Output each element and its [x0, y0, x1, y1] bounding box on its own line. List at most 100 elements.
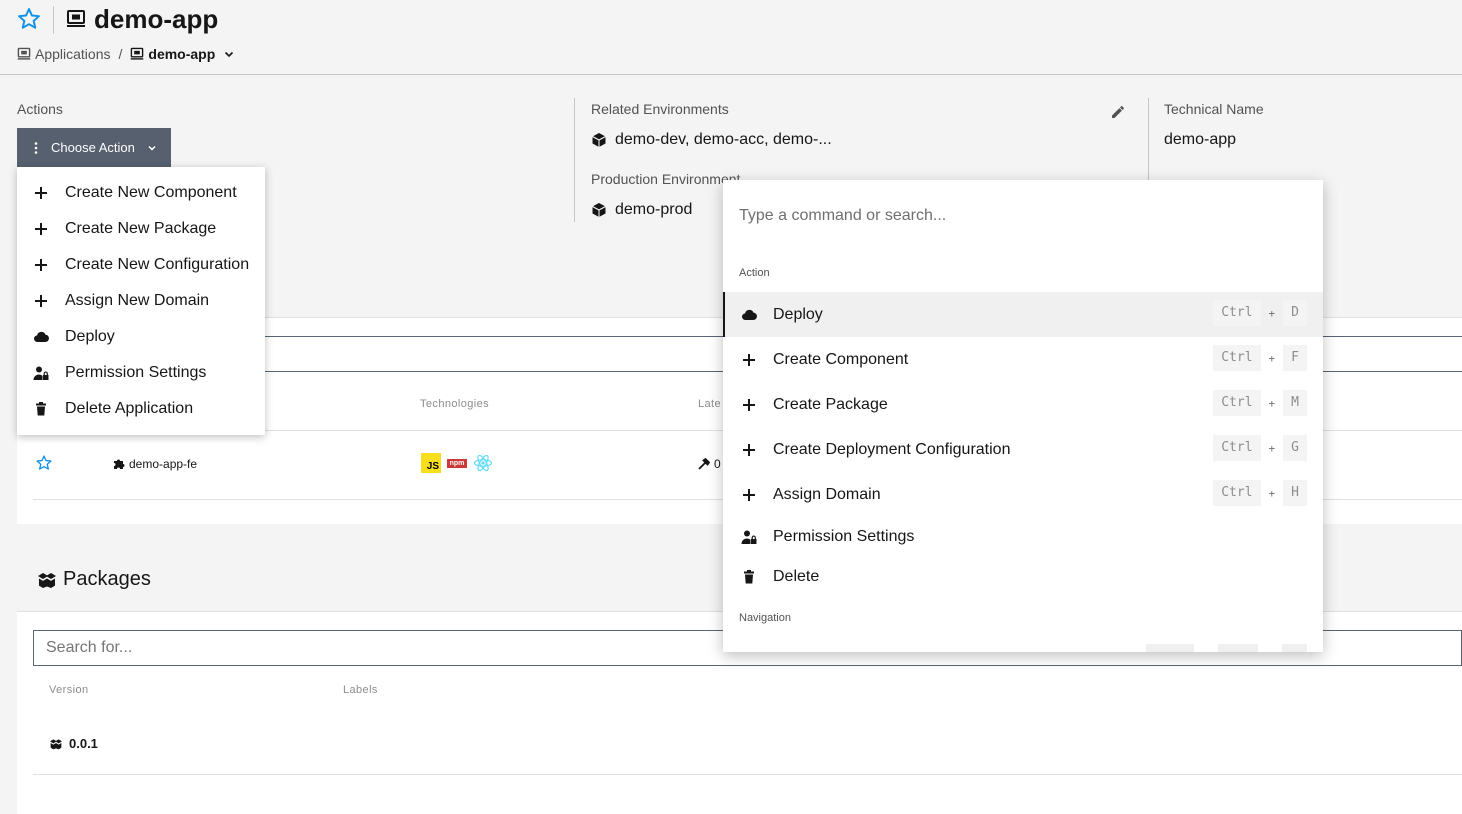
plus-icon: [35, 223, 47, 235]
command-item-create-package[interactable]: Create Package Ctrl + M: [723, 382, 1323, 427]
latest-build-cell: 0: [698, 457, 721, 471]
command-item-assign-domain[interactable]: Assign Domain Ctrl + H: [723, 472, 1323, 517]
choose-action-button[interactable]: Choose Action: [17, 128, 171, 167]
shortcut-key: M: [1283, 390, 1307, 416]
command-item-label: Delete: [773, 568, 820, 585]
shortcut-key: G: [1283, 435, 1307, 461]
page-title: demo-app: [94, 4, 219, 34]
packages-title: Packages: [63, 568, 151, 590]
menu-item-label: Create New Configuration: [65, 256, 250, 273]
column-header-labels[interactable]: Labels: [343, 684, 378, 696]
favorite-star-icon[interactable]: [16, 6, 42, 32]
shortcut-modifier: Ctrl: [1213, 435, 1261, 461]
trash-icon: [36, 402, 46, 416]
menu-item-permission-settings[interactable]: Permission Settings: [17, 355, 265, 391]
pencil-icon[interactable]: [1110, 104, 1126, 120]
cube-icon: [592, 203, 606, 217]
menu-item-label: Assign New Domain: [65, 292, 210, 309]
command-item-label: Deploy: [773, 305, 823, 323]
shortcut-plus: +: [1268, 351, 1276, 365]
keyboard-shortcut: Ctrl + M: [1213, 390, 1307, 416]
shortcut-modifier: Ctrl: [1213, 345, 1261, 371]
command-item-label: Create Component: [773, 350, 909, 368]
menu-item-label: Deploy: [65, 328, 115, 345]
javascript-logo: JS: [421, 453, 441, 473]
command-item-delete[interactable]: Delete: [723, 556, 1323, 598]
shortcut-key: D: [1283, 300, 1307, 326]
plus-icon: [743, 353, 755, 366]
related-environments-text[interactable]: demo-dev, demo-acc, demo-...: [615, 131, 832, 149]
keyboard-shortcut: Ctrl + F: [1213, 345, 1307, 371]
chevron-down-icon: [148, 145, 156, 151]
shortcut-key-partial: [1282, 644, 1307, 652]
npm-logo: npm: [447, 458, 467, 468]
breadcrumb: Applications / demo-app: [17, 44, 235, 64]
column-header-technologies[interactable]: Technologies: [420, 398, 489, 410]
command-item-label: Create Package: [773, 395, 888, 413]
command-item-label: Assign Domain: [773, 485, 881, 503]
menu-item-create-new-component[interactable]: Create New Component: [17, 175, 265, 211]
plus-icon: [35, 187, 47, 199]
actions-label: Actions: [17, 101, 63, 117]
choose-action-menu: Create New Component Create New Package …: [17, 167, 265, 435]
plus-icon: [35, 295, 47, 307]
chevron-down-icon[interactable]: [223, 48, 235, 60]
shortcut-plus: +: [1268, 396, 1276, 410]
related-environments-label: Related Environments: [591, 101, 729, 117]
command-item-permission-settings[interactable]: Permission Settings: [723, 515, 1323, 559]
react-logo-icon: [473, 454, 493, 472]
component-name-text: demo-app-fe: [129, 457, 198, 471]
latest-build-text: 0: [714, 457, 721, 471]
keyboard-shortcut: Ctrl + G: [1213, 435, 1307, 461]
command-item-label: Permission Settings: [773, 528, 915, 545]
user-lock-icon: [741, 530, 757, 544]
shortcut-plus: +: [1268, 306, 1276, 320]
page-header: demo-app Applications / demo-app: [0, 0, 1462, 75]
cloud-icon: [33, 331, 49, 343]
package-version-cell[interactable]: 0.0.1: [49, 736, 98, 751]
favorite-star-icon[interactable]: [35, 454, 53, 472]
menu-item-label: Permission Settings: [65, 364, 207, 381]
user-lock-icon: [33, 366, 49, 380]
breadcrumb-applications-link[interactable]: Applications: [35, 46, 111, 62]
plus-icon: [35, 259, 47, 271]
title-divider: [53, 6, 54, 34]
production-environment-value: demo-prod: [591, 201, 692, 219]
command-item-label: Create Deployment Configuration: [773, 440, 1011, 458]
shortcut-modifier-partial: [1218, 644, 1258, 652]
breadcrumb-current: demo-app: [148, 46, 216, 62]
menu-item-assign-new-domain[interactable]: Assign New Domain: [17, 283, 265, 319]
hammer-icon: [698, 458, 710, 470]
menu-item-label: Create New Package: [65, 220, 217, 237]
production-environment-label: Production Environment: [591, 171, 741, 187]
menu-item-label: Create New Component: [65, 184, 237, 201]
package-boxes-icon: [38, 572, 56, 588]
shortcut-key: F: [1283, 345, 1307, 371]
menu-item-label: Delete Application: [65, 400, 194, 417]
summary-divider: [574, 98, 575, 222]
command-item-deploy[interactable]: Deploy Ctrl + D: [723, 292, 1323, 337]
keyboard-shortcut: Ctrl + D: [1213, 300, 1307, 326]
plus-icon: [743, 443, 755, 456]
overflow-menu-vertical-icon: [34, 141, 38, 154]
menu-item-create-new-configuration[interactable]: Create New Configuration: [17, 247, 265, 283]
column-header-latest[interactable]: Late: [698, 398, 721, 410]
choose-action-label: Choose Action: [51, 140, 135, 155]
shortcut-plus: +: [1268, 441, 1276, 455]
menu-item-deploy[interactable]: Deploy: [17, 319, 265, 355]
cube-icon: [592, 133, 606, 147]
command-search-input[interactable]: [723, 180, 1323, 252]
menu-item-delete-application[interactable]: Delete Application: [17, 391, 265, 427]
production-environment-text[interactable]: demo-prod: [615, 201, 692, 219]
column-header-version[interactable]: Version: [49, 684, 89, 696]
menu-item-create-new-package[interactable]: Create New Package: [17, 211, 265, 247]
plus-icon: [743, 488, 755, 501]
application-icon: [67, 10, 85, 27]
command-item-create-deployment-configuration[interactable]: Create Deployment Configuration Ctrl + G: [723, 427, 1323, 472]
cloud-icon: [741, 309, 757, 320]
technologies-cell: JS npm: [421, 453, 493, 473]
group-label-action: Action: [739, 267, 770, 279]
component-name[interactable]: demo-app-fe: [113, 457, 197, 471]
command-palette: Action Deploy Ctrl + D Create Component …: [723, 180, 1323, 652]
command-item-create-component[interactable]: Create Component Ctrl + F: [723, 337, 1323, 382]
